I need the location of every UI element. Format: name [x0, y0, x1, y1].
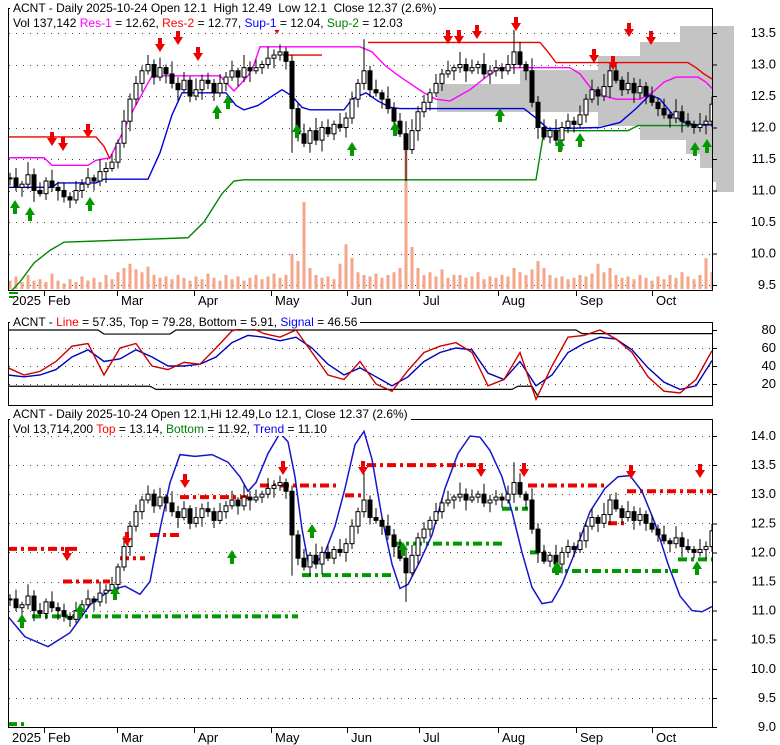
panel2-plot-area[interactable] [8, 322, 712, 405]
y-axis-tick-label: 11.0 [752, 603, 776, 618]
y-axis-tick-label: 9.5 [758, 690, 776, 705]
chart-window: ACNT - Daily 2025-10-24 Open 12.1 High 1… [0, 0, 780, 745]
x-axis-month-label: May [275, 293, 300, 308]
x-axis-month-label: Mar [121, 293, 144, 308]
indicator-value-label: Vol 13,714,200 [13, 422, 97, 436]
y-axis-tick-label: 11.5 [752, 151, 776, 166]
indicator-value-label: Signal [280, 315, 314, 329]
indicator-value-label: ACNT - [13, 315, 57, 329]
y-axis-tick-label: 60 [762, 340, 776, 355]
indicator-value-label: Bottom [165, 422, 204, 436]
indicator-value-label: Trend [253, 422, 285, 436]
y-axis-tick-label: 40 [762, 358, 776, 373]
y-axis-tick-label: 11.5 [752, 574, 776, 589]
x-axis-month-label: Mar [121, 730, 144, 745]
indicator-value-label: = 46.56 [313, 315, 358, 329]
x-axis-year-label: 2025 [12, 730, 41, 745]
y-axis-tick-label: 9.5 [758, 277, 776, 292]
x-axis-month-label: Jun [351, 293, 372, 308]
x-axis-month-label: Sep [580, 730, 603, 745]
y-axis-tick-label: 12.0 [751, 544, 776, 559]
indicator-value-label: = 12.03 [358, 16, 403, 30]
x-axis-year-label: 2025 [12, 293, 41, 308]
x-axis-month-label: Jul [423, 293, 440, 308]
x-axis-month-label: Apr [198, 293, 219, 308]
y-axis-tick-label: 13.5 [751, 457, 776, 472]
chart-canvas: 13.5 13.0 12.5 12.0 11.5 11.0 10.5 10.0 9.5 80 60 4… [8, 8, 776, 745]
x-axis-month-label: Sep [580, 293, 603, 308]
y-axis-tick-label: 80 [762, 322, 776, 337]
x-axis-month-label: Feb [48, 730, 70, 745]
x-axis-month-label: Jul [423, 730, 440, 745]
x-axis-month-label: Oct [656, 293, 677, 308]
indicator-value-label: = 12.77, [194, 16, 245, 30]
x-axis-month-label: Apr [198, 730, 219, 745]
panel2-y-axis: 80 60 40 20 [712, 322, 776, 391]
y-axis-tick-label: 10.5 [751, 214, 776, 229]
indicator-value-label: = 13.14, [115, 422, 166, 436]
y-axis-tick-label: 20 [762, 376, 776, 391]
indicator-value-label: Vol 137,142 [13, 16, 80, 30]
y-axis-tick-label: 10.5 [751, 632, 776, 647]
x-axis-month-label: Jun [351, 730, 372, 745]
y-axis-tick-label: 12.0 [751, 120, 776, 135]
panel3-header-line1: ACNT - Daily 2025-10-24 Open 12.1,Hi 12.… [10, 407, 411, 421]
panel1-plot-area[interactable] [8, 8, 712, 290]
indicator-value-label: = 12.62, [111, 16, 163, 30]
indicator-value-label: Res-1 [79, 16, 112, 30]
y-axis-tick-label: 14.0 [751, 428, 776, 443]
panel3-plot-area[interactable] [8, 419, 712, 727]
indicator-value-label: Res-2 [162, 16, 195, 30]
y-axis-tick-label: 9.0 [758, 719, 776, 734]
y-axis-tick-label: 12.5 [751, 88, 776, 103]
indicator-value-label: Sup-2 [326, 16, 359, 30]
panel3-header-line2: Vol 13,714,200 Top = 13.14, Bottom = 11.… [10, 422, 330, 436]
x-axis-month-label: Oct [656, 730, 677, 745]
y-axis-tick-label: 13.0 [751, 57, 776, 72]
indicator-value-label: Line [56, 315, 79, 329]
y-axis-tick-label: 13.0 [751, 486, 776, 501]
panel3-x-axis: 2025 Feb Mar Apr May Jun Jul Aug Sep Oct [12, 727, 677, 745]
x-axis-month-label: May [275, 730, 300, 745]
indicator-value-label: = 11.10 [284, 422, 327, 436]
x-axis-month-label: Aug [502, 293, 525, 308]
indicator-value-label: Sup-1 [244, 16, 277, 30]
indicator-value-label: = 12.04, [276, 16, 327, 30]
x-axis-month-label: Feb [48, 293, 70, 308]
indicator-value-label: = 11.92, [203, 422, 254, 436]
y-axis-tick-label: 13.5 [751, 25, 776, 40]
x-axis-month-label: Aug [502, 730, 525, 745]
panel1-header-line1: ACNT - Daily 2025-10-24 Open 12.1 High 1… [10, 1, 440, 15]
panel1-header-line2: Vol 137,142 Res-1 = 12.62, Res-2 = 12.77… [10, 16, 406, 30]
y-axis-tick-label: 10.0 [751, 661, 776, 676]
y-axis-tick-label: 12.5 [751, 515, 776, 530]
panel1-x-axis: 2025 Feb Mar Apr May Jun Jul Aug Sep Oct [12, 290, 677, 308]
y-axis-tick-label: 10.0 [751, 246, 776, 261]
indicator-value-label: = 57.35, Top = 79.28, Bottom = 5.91, [78, 315, 281, 329]
panel2-header: ACNT - Line = 57.35, Top = 79.28, Bottom… [10, 315, 361, 329]
panel3-y-axis: 14.0 13.5 13.0 12.5 12.0 11.5 11.0 10.5 10.0 9.5 9… [712, 428, 776, 734]
indicator-value-label: Top [96, 422, 116, 436]
y-axis-tick-label: 11.0 [752, 183, 776, 198]
